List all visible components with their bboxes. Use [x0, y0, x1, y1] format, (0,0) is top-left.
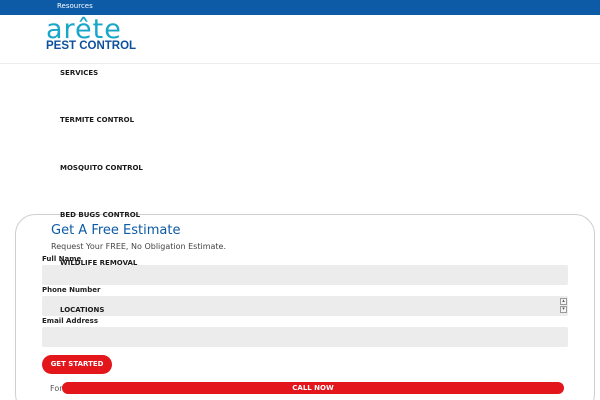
nav-item-termite-control[interactable]: TERMITE CONTROL	[60, 116, 134, 124]
resources-link[interactable]: Resources	[57, 2, 93, 10]
nav-item-wildlife-removal[interactable]: WILDLIFE REMOVAL	[60, 259, 137, 267]
phone-number-label: Phone Number	[42, 286, 101, 294]
spin-down-icon[interactable]: ▾	[560, 306, 567, 313]
header-divider	[0, 63, 600, 64]
nav-item-mosquito-control[interactable]: MOSQUITO CONTROL	[60, 164, 143, 172]
site-logo[interactable]: arête PEST CONTROL	[46, 14, 136, 52]
get-started-button[interactable]: GET STARTED	[42, 355, 112, 374]
full-name-input[interactable]	[42, 265, 568, 285]
spin-up-icon[interactable]: ▴	[560, 298, 567, 305]
email-address-input[interactable]	[42, 327, 568, 347]
logo-subtitle: PEST CONTROL	[46, 40, 137, 52]
estimate-title: Get A Free Estimate	[51, 223, 181, 238]
logo-wordmark: arête	[46, 14, 122, 45]
nav-item-locations[interactable]: LOCATIONS	[60, 306, 104, 314]
call-now-button[interactable]: CALL NOW	[62, 382, 564, 394]
nav-item-bed-bugs-control[interactable]: BED BUGS CONTROL	[60, 211, 140, 219]
estimate-subtitle: Request Your FREE, No Obligation Estimat…	[51, 242, 226, 251]
nav-item-services[interactable]: SERVICES	[60, 69, 98, 77]
phone-number-input[interactable]	[42, 296, 568, 316]
email-address-label: Email Address	[42, 317, 99, 325]
footer-text-fragment: For	[50, 384, 63, 393]
top-bar: Resources	[0, 0, 600, 15]
